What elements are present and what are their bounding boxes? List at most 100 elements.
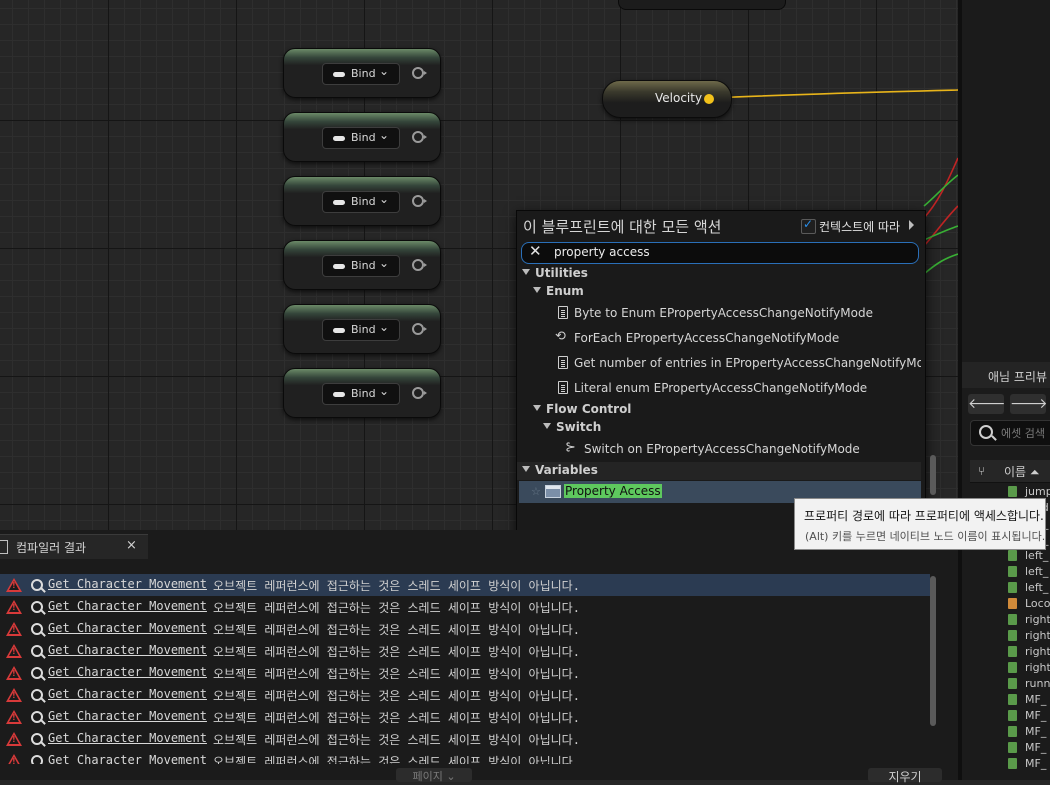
asset-column-header[interactable]: ⑂ 이름 ⏶: [970, 460, 1050, 483]
expand-triangle-icon[interactable]: [533, 287, 541, 293]
bind-dropdown[interactable]: Bind ⌄: [322, 191, 400, 213]
column-name[interactable]: 이름 ⏶: [1004, 463, 1040, 480]
tab-anim-preview[interactable]: 애님 프리뷰: [962, 362, 1050, 388]
action-item[interactable]: Byte to Enum EPropertyAccessChangeNotify…: [517, 303, 921, 325]
asset-row[interactable]: Loco: [970, 596, 1050, 612]
message-link[interactable]: Get Character Movement: [48, 599, 207, 613]
category-switch[interactable]: Switch: [517, 419, 921, 437]
delegate-pin-icon[interactable]: [412, 67, 427, 79]
search-icon[interactable]: [31, 579, 43, 591]
message-row[interactable]: Get Character Movement 오브젝트 레퍼런스에 접근하는 것은…: [0, 662, 930, 684]
tab-compiler-results[interactable]: 컴파일러 결과 ×: [0, 534, 148, 559]
asset-row[interactable]: MF_: [970, 756, 1050, 772]
delegate-pin-icon[interactable]: [412, 323, 427, 335]
search-icon[interactable]: [31, 733, 43, 745]
bind-dropdown[interactable]: Bind ⌄: [322, 255, 400, 277]
expand-triangle-icon[interactable]: [522, 269, 530, 275]
asset-row[interactable]: right: [970, 660, 1050, 676]
context-sensitive-label[interactable]: 컨텍스트에 따라: [819, 218, 900, 235]
panel-icon: [0, 540, 8, 554]
asset-row[interactable]: left_: [970, 564, 1050, 580]
message-link[interactable]: Get Character Movement: [48, 621, 207, 635]
close-icon[interactable]: ×: [126, 538, 137, 553]
asset-row[interactable]: right: [970, 612, 1050, 628]
search-value[interactable]: property access: [554, 245, 650, 259]
message-link[interactable]: Get Character Movement: [48, 709, 207, 723]
graph-node[interactable]: [618, 0, 786, 10]
bind-node[interactable]: Bind ⌄: [283, 368, 441, 418]
expand-triangle-icon[interactable]: [533, 405, 541, 411]
asset-row[interactable]: runn: [970, 676, 1050, 692]
search-icon[interactable]: [31, 601, 43, 613]
bind-node[interactable]: Bind ⌄: [283, 240, 441, 290]
action-search-input[interactable]: ✕ property access: [521, 242, 919, 264]
bind-dropdown[interactable]: Bind ⌄: [322, 383, 400, 405]
search-icon[interactable]: [31, 711, 43, 723]
message-link[interactable]: Get Character Movement: [48, 687, 207, 701]
bind-node[interactable]: Bind ⌄: [283, 112, 441, 162]
category-enum[interactable]: Enum: [517, 283, 921, 301]
asset-row[interactable]: right: [970, 628, 1050, 644]
message-row[interactable]: Get Character Movement 오브젝트 레퍼런스에 접근하는 것은…: [0, 684, 930, 706]
search-icon[interactable]: [31, 645, 43, 657]
close-icon[interactable]: ✕: [529, 242, 542, 260]
asset-search-input[interactable]: 에셋 검색: [970, 420, 1050, 446]
animation-asset-icon: [1008, 726, 1017, 737]
message-row[interactable]: Get Character Movement 오브젝트 레퍼런스에 접근하는 것은…: [0, 750, 930, 764]
expand-triangle-icon[interactable]: [522, 466, 530, 472]
message-link[interactable]: Get Character Movement: [48, 577, 207, 591]
warning-icon: [6, 600, 22, 614]
asset-row[interactable]: MF_: [970, 724, 1050, 740]
asset-row[interactable]: MF_: [970, 740, 1050, 756]
category-variables[interactable]: Variables: [517, 462, 921, 480]
message-link[interactable]: Get Character Movement: [48, 731, 207, 745]
asset-row[interactable]: right: [970, 644, 1050, 660]
message-link[interactable]: Get Character Movement: [48, 665, 207, 679]
asset-row[interactable]: MF_: [970, 692, 1050, 708]
category-flow-control[interactable]: Flow Control: [517, 401, 921, 419]
animation-asset-icon: [1008, 566, 1017, 577]
velocity-node[interactable]: Velocity: [602, 80, 732, 118]
action-item[interactable]: Literal enum EPropertyAccessChangeNotify…: [517, 378, 921, 400]
branch-icon[interactable]: ⑂: [978, 464, 985, 478]
star-icon[interactable]: ☆: [531, 485, 541, 498]
delegate-pin-icon[interactable]: [412, 387, 427, 399]
asset-row[interactable]: left_: [970, 580, 1050, 596]
delegate-pin-icon[interactable]: [412, 195, 427, 207]
message-row[interactable]: Get Character Movement 오브젝트 레퍼런스에 접근하는 것은…: [0, 706, 930, 728]
message-link[interactable]: Get Character Movement: [48, 753, 207, 764]
bind-dropdown[interactable]: Bind ⌄: [322, 127, 400, 149]
scrollbar[interactable]: [930, 576, 936, 726]
delegate-pin-icon[interactable]: [412, 259, 427, 271]
bind-dropdown[interactable]: Bind ⌄: [322, 319, 400, 341]
search-icon[interactable]: [31, 755, 43, 764]
message-row[interactable]: Get Character Movement 오브젝트 레퍼런스에 접근하는 것은…: [0, 574, 930, 596]
bind-node[interactable]: Bind ⌄: [283, 48, 441, 98]
bind-dropdown[interactable]: Bind ⌄: [322, 63, 400, 85]
search-icon[interactable]: [31, 689, 43, 701]
asset-row[interactable]: left_: [970, 548, 1050, 564]
expand-arrow-icon[interactable]: [909, 220, 914, 230]
message-row[interactable]: Get Character Movement 오브젝트 레퍼런스에 접근하는 것은…: [0, 728, 930, 750]
category-utilities[interactable]: Utilities: [517, 265, 921, 283]
message-link[interactable]: Get Character Movement: [48, 643, 207, 657]
asset-row[interactable]: MF_: [970, 708, 1050, 724]
message-row[interactable]: Get Character Movement 오브젝트 레퍼런스에 접근하는 것은…: [0, 618, 930, 640]
bind-node[interactable]: Bind ⌄: [283, 304, 441, 354]
action-item[interactable]: Get number of entries in EPropertyAccess…: [517, 353, 921, 375]
action-item[interactable]: ⟲ ForEach EPropertyAccessChangeNotifyMod…: [517, 328, 921, 350]
search-icon[interactable]: [31, 667, 43, 679]
bind-node[interactable]: Bind ⌄: [283, 176, 441, 226]
search-icon[interactable]: [31, 623, 43, 635]
forward-button[interactable]: 🡒: [1010, 394, 1048, 414]
float-pin-icon[interactable]: [704, 94, 714, 104]
message-row[interactable]: Get Character Movement 오브젝트 레퍼런스에 접근하는 것은…: [0, 640, 930, 662]
scrollbar[interactable]: [930, 455, 936, 495]
delegate-pin-icon[interactable]: [412, 131, 427, 143]
context-sensitive-checkbox[interactable]: [801, 217, 816, 234]
action-item[interactable]: ⊱ Switch on EPropertyAccessChangeNotifyM…: [517, 439, 921, 461]
item-label: ForEach EPropertyAccessChangeNotifyMode: [574, 331, 840, 345]
back-button[interactable]: 🡐: [968, 394, 1006, 414]
message-row[interactable]: Get Character Movement 오브젝트 레퍼런스에 접근하는 것은…: [0, 596, 930, 618]
expand-triangle-icon[interactable]: [543, 423, 551, 429]
